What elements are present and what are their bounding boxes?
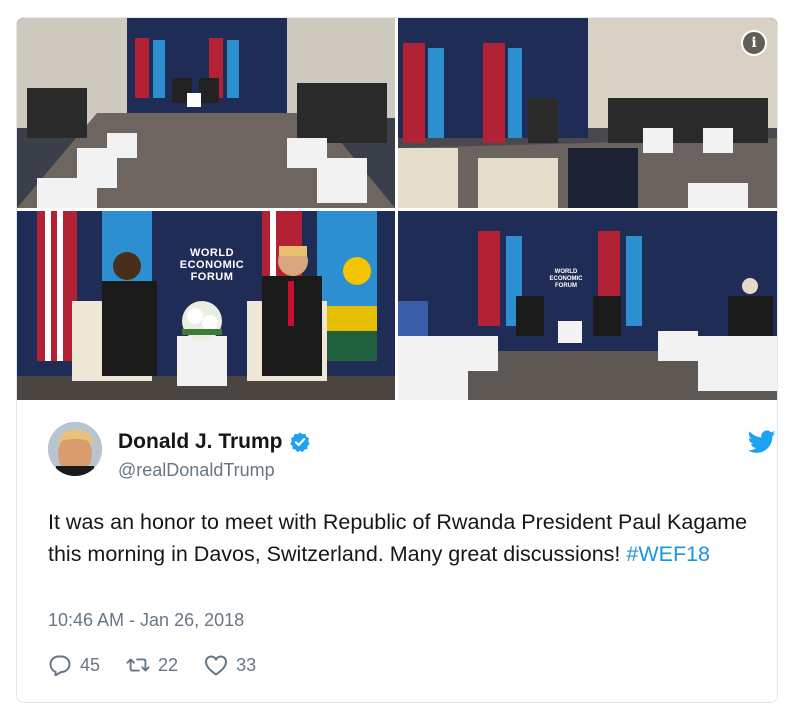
verified-badge-icon: [289, 431, 311, 453]
photo-4-image: [398, 211, 777, 400]
hashtag-link[interactable]: #WEF18: [626, 542, 710, 566]
retweet-button[interactable]: 22: [126, 654, 178, 676]
tweet-timestamp[interactable]: 10:46 AM - Jan 26, 2018: [48, 610, 244, 631]
heart-icon: [205, 655, 228, 676]
photo-2-image: [398, 18, 777, 208]
retweet-count: 22: [158, 654, 179, 675]
tweet-header: Donald J. Trump @realDonaldTrump: [48, 422, 776, 482]
reply-count: 45: [80, 654, 101, 675]
like-count: 33: [236, 654, 257, 675]
like-button[interactable]: 33: [204, 654, 256, 676]
wef-logo-text: WORLD ECONOMIC FORUM: [179, 247, 245, 283]
photo-2[interactable]: i: [398, 18, 777, 208]
info-icon[interactable]: i: [741, 30, 767, 56]
photo-grid: i WORLD ECONOMIC FORUM WORLD ECONOMIC FO…: [17, 18, 777, 400]
reply-button[interactable]: 45: [48, 654, 100, 676]
name-row: Donald J. Trump: [118, 430, 311, 454]
photo-1[interactable]: [17, 18, 395, 208]
reply-icon: [49, 655, 71, 676]
wef-logo-text-small: WORLD ECONOMIC FORUM: [549, 269, 583, 289]
tweet-text: It was an honor to meet with Republic of…: [48, 506, 758, 570]
photo-3[interactable]: WORLD ECONOMIC FORUM: [17, 211, 395, 400]
user-handle[interactable]: @realDonaldTrump: [118, 460, 275, 481]
retweet-icon: [126, 658, 150, 672]
photo-4[interactable]: WORLD ECONOMIC FORUM: [398, 211, 777, 400]
photo-3-image: [17, 211, 395, 400]
tweet-card[interactable]: i WORLD ECONOMIC FORUM WORLD ECONOMIC FO…: [16, 17, 778, 703]
tweet-actions: 45 22 33: [48, 654, 282, 676]
avatar[interactable]: [48, 422, 102, 476]
twitter-bird-icon[interactable]: [747, 430, 776, 454]
display-name[interactable]: Donald J. Trump: [118, 430, 283, 454]
photo-1-image: [17, 18, 395, 208]
